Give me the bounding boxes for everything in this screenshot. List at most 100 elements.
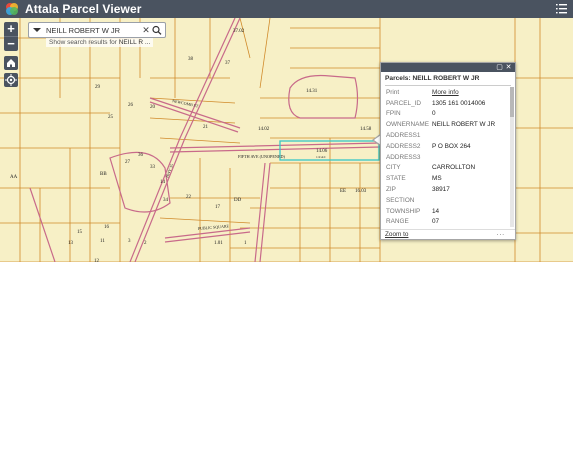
popup-body: Print More info PARCEL_ID 1305 161 001400… bbox=[381, 87, 509, 227]
attr-key: ADDRESS1 bbox=[386, 132, 421, 140]
attr-row: RANGE 07 bbox=[381, 217, 509, 227]
street-label: PUBLIC SQUARE bbox=[198, 223, 230, 231]
attr-value: 1305 161 0014006 bbox=[432, 99, 486, 107]
map-label: 1.9 AC bbox=[316, 155, 327, 159]
map-label: 16 bbox=[104, 225, 110, 230]
close-icon[interactable]: ✕ bbox=[505, 64, 512, 71]
attr-value: 07 bbox=[432, 218, 440, 226]
map-label: 36 bbox=[138, 153, 144, 158]
map-label: BB bbox=[100, 172, 107, 177]
map-label: 29 bbox=[95, 85, 101, 90]
map-label: 15 bbox=[77, 230, 83, 235]
popup-scrollbar-thumb[interactable] bbox=[510, 87, 514, 117]
map-label: AA bbox=[10, 175, 18, 180]
attr-value: P O BOX 264 bbox=[432, 142, 471, 150]
attr-value: 14 bbox=[432, 207, 440, 215]
map-label: 17 bbox=[215, 205, 221, 210]
search-icon[interactable] bbox=[151, 25, 163, 35]
attr-row: OWNERNAME NEILL ROBERT W JR bbox=[381, 119, 509, 130]
locate-icon bbox=[5, 74, 17, 86]
attr-row: TOWNSHIP 14 bbox=[381, 206, 509, 217]
attr-row: ADDRESS3 bbox=[381, 152, 509, 163]
map-label: 2 bbox=[144, 241, 147, 246]
map-label: 14 bbox=[160, 180, 166, 185]
map-label: 14.31 bbox=[306, 89, 318, 94]
map-label: 11 bbox=[100, 239, 105, 244]
attr-row: PARCEL_ID 1305 161 0014006 bbox=[381, 98, 509, 109]
attr-row: FPIN 0 bbox=[381, 109, 509, 120]
popup-footer: Zoom to ... bbox=[381, 229, 515, 239]
attr-key: STATE bbox=[386, 175, 406, 183]
popup-scrollbar[interactable] bbox=[510, 87, 514, 227]
app-logo-icon bbox=[6, 3, 18, 15]
attr-key: ZIP bbox=[386, 186, 396, 194]
attr-row: ADDRESS2 P O BOX 264 bbox=[381, 141, 509, 152]
map-label: 21 bbox=[203, 125, 209, 130]
street-label: HWY 35 bbox=[164, 163, 174, 178]
map-label: 27 bbox=[125, 160, 131, 165]
map-label: 3 bbox=[128, 239, 131, 244]
map-label: 14.06 bbox=[316, 149, 328, 154]
attr-value: CARROLLTON bbox=[432, 164, 476, 172]
home-button[interactable] bbox=[4, 56, 18, 70]
attr-row: ZIP 38917 bbox=[381, 184, 509, 195]
attr-value: MS bbox=[432, 175, 442, 183]
feature-popup: ▢ ✕ Parcels: NEILL ROBERT W JR Print Mor… bbox=[380, 62, 516, 240]
more-info-link[interactable]: More info bbox=[432, 89, 509, 96]
map-label: 26 bbox=[128, 103, 134, 108]
map-label: 38 bbox=[188, 57, 194, 62]
attr-key: RANGE bbox=[386, 218, 409, 226]
print-link[interactable]: Print bbox=[381, 89, 432, 96]
zoom-out-button[interactable]: − bbox=[4, 37, 18, 51]
attr-value: 38917 bbox=[432, 186, 450, 194]
map-label: 34 bbox=[163, 198, 169, 203]
map-label: 25 bbox=[108, 115, 114, 120]
attr-row: SECTION bbox=[381, 195, 509, 206]
maximize-icon[interactable]: ▢ bbox=[496, 64, 503, 71]
attr-value: 0 bbox=[432, 110, 436, 118]
popup-title: Parcels: NEILL ROBERT W JR bbox=[385, 75, 511, 86]
zoom-to-link[interactable]: Zoom to bbox=[385, 231, 408, 238]
map-label: 16.03 bbox=[355, 189, 367, 194]
app-title: Attala Parcel Viewer bbox=[25, 2, 142, 16]
zoom-in-button[interactable]: + bbox=[4, 22, 18, 36]
map-label: 37 bbox=[225, 61, 231, 66]
search-suggestion-term: NEILL R ... bbox=[118, 39, 151, 46]
menu-icon[interactable] bbox=[556, 3, 567, 14]
map-label: 37.02 bbox=[233, 29, 245, 34]
caret-down-icon[interactable] bbox=[32, 26, 42, 34]
search-suggestion-prefix: Show search results for bbox=[49, 39, 117, 46]
map-label: 20 bbox=[150, 105, 156, 110]
search-input[interactable]: NEILL ROBERT W JR bbox=[46, 26, 141, 35]
map-label: 14.58 bbox=[360, 127, 372, 132]
attr-row: CITY CARROLLTON bbox=[381, 163, 509, 174]
more-actions-button[interactable]: ... bbox=[497, 230, 505, 237]
search-box[interactable]: NEILL ROBERT W JR ✕ bbox=[28, 22, 166, 38]
header-bar: Attala Parcel Viewer bbox=[0, 0, 573, 18]
locate-button[interactable] bbox=[4, 73, 18, 87]
map-label: DD bbox=[234, 198, 242, 203]
attr-key: ADDRESS3 bbox=[386, 153, 421, 161]
map-label: 12 bbox=[94, 259, 100, 262]
attr-key: FPIN bbox=[386, 110, 401, 118]
attr-row: ADDRESS1 bbox=[381, 130, 509, 141]
attr-value: NEILL ROBERT W JR bbox=[432, 121, 496, 129]
attr-key: OWNERNAME bbox=[386, 121, 429, 129]
map-label: 1 bbox=[244, 241, 247, 246]
attr-key: CITY bbox=[386, 164, 401, 172]
map-label: 13 bbox=[68, 241, 74, 246]
home-icon bbox=[7, 59, 15, 67]
clear-icon[interactable]: ✕ bbox=[141, 25, 151, 36]
map-label: 14.02 bbox=[258, 127, 270, 132]
attr-key: TOWNSHIP bbox=[386, 207, 421, 215]
map-label: EE bbox=[340, 189, 346, 194]
street-label: FIFTH AVE (UNOPENED) bbox=[238, 154, 286, 159]
popup-links-row: Print More info bbox=[381, 87, 509, 98]
map-label: 1.01 bbox=[214, 241, 223, 246]
attr-key: ADDRESS2 bbox=[386, 142, 421, 150]
attr-row: STATE MS bbox=[381, 173, 509, 184]
map-label: 22 bbox=[186, 195, 192, 200]
search-suggestion[interactable]: Show search results for NEILL R ... bbox=[46, 38, 154, 47]
map-label: 33 bbox=[150, 165, 156, 170]
popup-header: ▢ ✕ bbox=[381, 63, 515, 72]
